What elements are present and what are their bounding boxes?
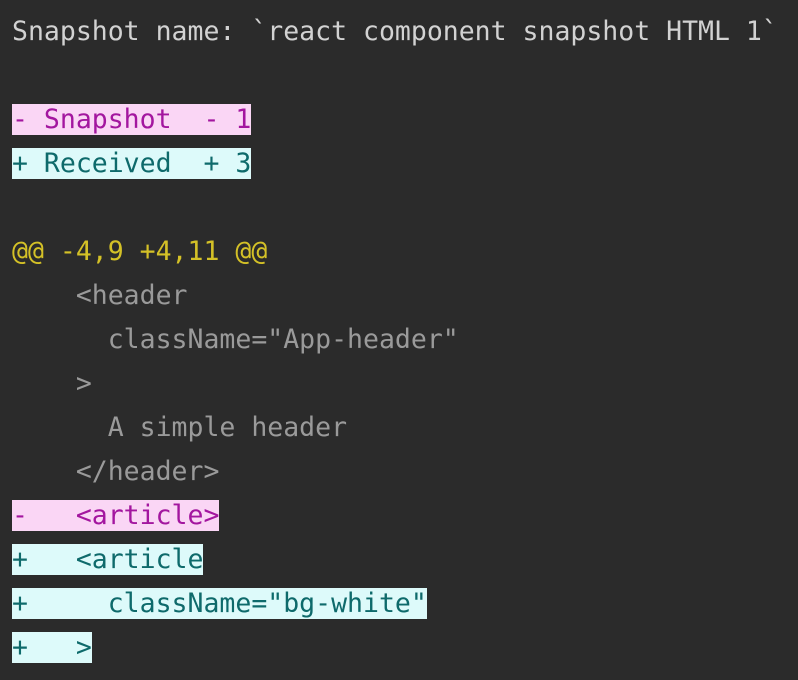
diff-line-title: Snapshot name: `react component snapshot… [12, 14, 778, 50]
diff-line-text: </header> [12, 456, 220, 487]
diff-line-blank [12, 190, 28, 226]
diff-line-add: + > [12, 630, 92, 666]
diff-line-text: - Snapshot - 1 [12, 104, 252, 135]
diff-line-hunk: @@ -4,9 +4,11 @@ [12, 234, 267, 270]
diff-line-context: className="App-header" [12, 322, 459, 358]
diff-line-context: <header [12, 278, 188, 314]
diff-line-text [12, 192, 28, 223]
diff-line-text: + className="bg-white" [12, 588, 427, 619]
snapshot-diff-view: Snapshot name: `react component snapshot… [0, 0, 798, 680]
diff-line-context: </header> [12, 454, 220, 490]
diff-line-text: + <article [12, 544, 204, 575]
diff-line-context: A simple header [12, 410, 347, 446]
diff-line-add: + <article [12, 542, 204, 578]
diff-line-text: > [12, 368, 92, 399]
diff-line-text: Snapshot name: `react component snapshot… [12, 16, 778, 47]
diff-line-text [12, 60, 28, 91]
diff-line-add: + Received + 3 [12, 146, 252, 182]
diff-line-text: + Received + 3 [12, 148, 252, 179]
diff-line-context: > [12, 366, 92, 402]
diff-line-remove: - <article> [12, 498, 220, 534]
diff-line-add: + className="bg-white" [12, 586, 427, 622]
diff-line-text: - <article> [12, 500, 220, 531]
diff-line-remove: - Snapshot - 1 [12, 102, 252, 138]
diff-line-text: className="App-header" [12, 324, 459, 355]
diff-line-blank [12, 58, 28, 94]
diff-line-text: + > [12, 632, 92, 663]
diff-line-text: <header [12, 280, 188, 311]
diff-line-text: A simple header [12, 412, 348, 443]
diff-line-text: @@ -4,9 +4,11 @@ [12, 236, 268, 267]
